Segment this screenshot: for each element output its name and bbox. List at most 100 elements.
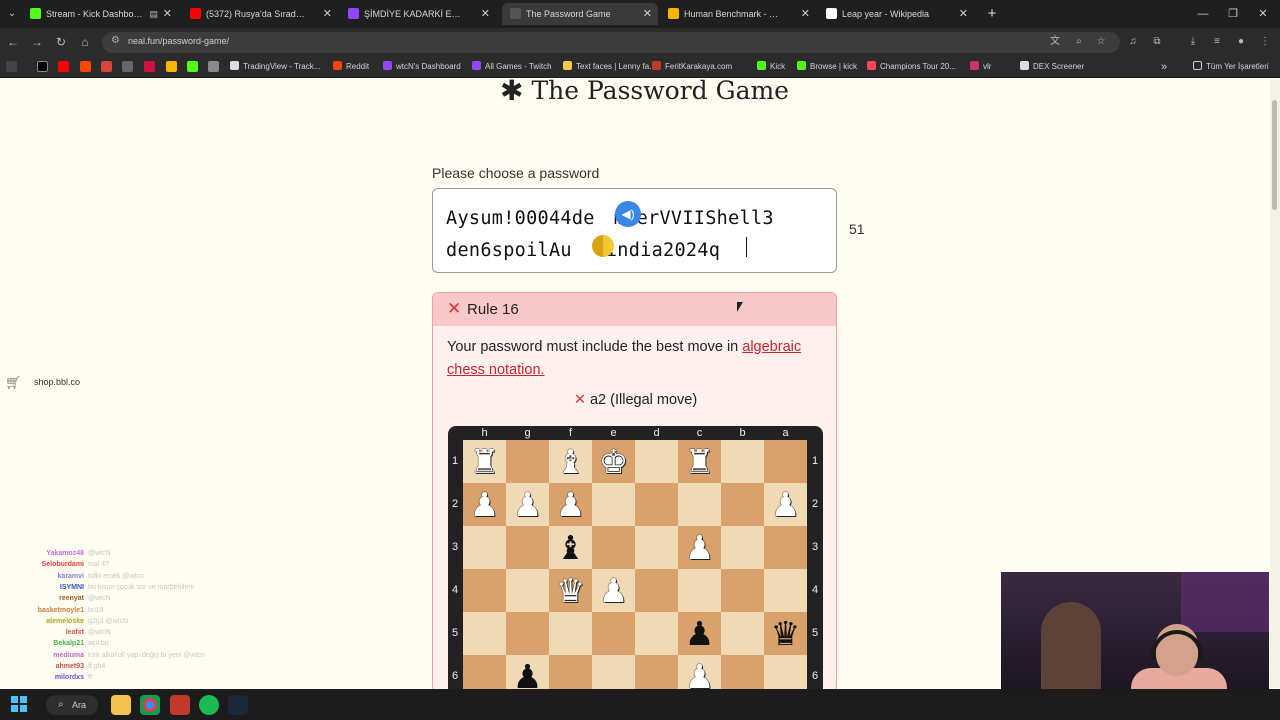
benchmark-bookmark-icon[interactable] xyxy=(166,61,177,72)
move-status-text: a2 (Illegal move) xyxy=(589,392,698,408)
board-square xyxy=(678,483,721,526)
home-icon[interactable]: ⌂ xyxy=(76,33,94,51)
settings-bookmark-icon[interactable] xyxy=(208,61,219,72)
white-queen-icon: ♛ xyxy=(555,571,586,610)
chat-text: ff xyxy=(88,674,92,682)
spotify-icon[interactable] xyxy=(199,695,219,715)
board-square xyxy=(635,655,678,691)
chat-message: mediuma türk alkol oll yapı değiş bı yeni… xyxy=(0,650,230,661)
tab-title: ŞİMDİYE KADARKİ EN İYİ OYUN xyxy=(364,9,464,19)
youtube-bookmark-icon[interactable] xyxy=(58,61,69,72)
board-square xyxy=(592,655,635,691)
download-icon[interactable]: ⤓ xyxy=(1186,35,1200,49)
shop-overlay: 🛒︎ shop.bbl.co xyxy=(0,372,105,394)
tab-close-icon[interactable]: ✕ xyxy=(323,3,332,25)
gmail-bookmark-icon[interactable] xyxy=(101,61,112,72)
kick-bookmark-icon[interactable] xyxy=(187,61,198,72)
windows-start-icon[interactable] xyxy=(11,696,27,712)
bookmark-label: Reddit xyxy=(346,62,370,71)
page-title-text: The Password Game xyxy=(531,76,789,105)
browser-tab[interactable]: Stream - Kick Dashboard ▤ ✕ xyxy=(22,3,178,25)
reddit-bookmark-icon[interactable] xyxy=(80,61,91,72)
y-bookmark-icon[interactable] xyxy=(144,61,155,72)
black-bishop-icon: ♝ xyxy=(555,528,586,567)
scroll-thumb[interactable] xyxy=(1272,100,1277,210)
chat-username: Seloburdami xyxy=(41,561,84,569)
bookmark-star-icon[interactable]: ☆ xyxy=(1094,35,1108,49)
close-window-icon[interactable]: ✕ xyxy=(1248,4,1278,24)
bookmark-label: Browse | kick xyxy=(810,62,857,71)
bookmark-item[interactable]: TradingView - Track... xyxy=(230,56,320,78)
tab-close-icon[interactable]: ✕ xyxy=(163,3,172,25)
tab-close-icon[interactable]: ✕ xyxy=(481,3,490,25)
browser-tab[interactable]: ŞİMDİYE KADARKİ EN İYİ OYUN ✕ xyxy=(340,3,496,25)
bookmarks-more-icon[interactable]: » xyxy=(1161,56,1167,78)
chat-text: açıl bu xyxy=(88,640,109,648)
address-url[interactable]: neal.fun/password-game/ xyxy=(128,36,229,46)
chrome-menu-icon[interactable]: ⋮ xyxy=(1258,35,1272,49)
extensions-icon[interactable]: ⧉ xyxy=(1150,35,1164,49)
bookmark-favicon-icon xyxy=(333,61,342,70)
file-explorer-icon[interactable] xyxy=(111,695,131,715)
chat-text: @wtcN xyxy=(88,550,111,557)
board-square xyxy=(764,440,807,483)
file-label: a xyxy=(782,427,789,439)
tab-close-icon[interactable]: ✕ xyxy=(959,3,968,25)
browser-tab[interactable]: Leap year - Wikipedia ✕ xyxy=(818,3,974,25)
bookmark-item[interactable]: Reddit xyxy=(333,56,369,78)
browser-tab[interactable]: The Password Game ✕ xyxy=(502,3,658,25)
taskbar-search[interactable]: ⌕ Ara xyxy=(46,695,98,715)
tab-favicon-icon xyxy=(30,8,41,19)
tab-close-icon[interactable]: ✕ xyxy=(643,3,652,25)
bookmark-item[interactable]: Champions Tour 20... xyxy=(867,56,956,78)
site-info-icon[interactable]: ⚙ xyxy=(111,35,120,46)
bookmark-label: Champions Tour 20... xyxy=(880,62,956,71)
new-tab-button[interactable]: + xyxy=(982,4,1002,24)
board-square xyxy=(549,612,592,655)
bookmark-favicon-icon xyxy=(757,61,766,70)
chat-username: leafxt xyxy=(65,629,84,637)
minimize-icon[interactable]: — xyxy=(1188,4,1218,24)
file-label: c xyxy=(696,427,703,439)
chat-message: Yakamoz48 @wtcN xyxy=(0,548,230,559)
tab-close-icon[interactable]: ✕ xyxy=(801,3,810,25)
bookmark-item[interactable]: Browse | kick xyxy=(797,56,857,78)
board-square xyxy=(635,526,678,569)
steam-icon[interactable] xyxy=(228,695,248,715)
bookmark-favicon-icon xyxy=(230,61,239,70)
translate-icon[interactable]: 文 xyxy=(1048,35,1062,49)
maximize-icon[interactable]: ❐ xyxy=(1218,4,1248,24)
bookmark-item[interactable]: vlr xyxy=(970,56,991,78)
stream-chat-overlay: Yakamoz48 @wtcN Seloburdami mal 4? karamvi tü… xyxy=(0,537,230,689)
chrome-taskbar-icon[interactable] xyxy=(140,695,160,715)
chat-message: ISYMNI bu kısım çocuk sor ve marbebileni xyxy=(0,582,230,593)
browser-tab[interactable]: Human Benchmark - Chimp Tes ✕ xyxy=(660,3,816,25)
rule-title: Rule 16 xyxy=(467,301,519,318)
bookmark-label: TradingView - Track... xyxy=(243,62,321,71)
search-icon: ⌕ xyxy=(58,699,64,710)
chat-username: Yakamoz48 xyxy=(46,550,84,557)
browser-tab[interactable]: (5372) Rusya'da Sıradan Bir Gü ✕ xyxy=(182,3,338,25)
zoom-icon[interactable]: ⌕ xyxy=(1072,35,1086,49)
back-icon[interactable]: ← xyxy=(4,33,22,51)
chess-board: h g f e d c b a 1 1 2 2 3 3 4 4 5 5 6 6 ♜ ♝ ♚ ♜ ♟ ♟ ♟ ♟ ♝ ♟ ♛ ♟ ♟ ♛ ♟ ♟ xyxy=(448,426,823,691)
reload-icon[interactable]: ↻ xyxy=(52,33,70,51)
tab-list-icon[interactable]: ≡ xyxy=(1210,35,1224,49)
apps-icon[interactable] xyxy=(6,61,17,72)
chat-message: ahmet93 ff gb4 xyxy=(0,661,230,672)
tab-search-icon[interactable]: ⌄ xyxy=(2,4,22,24)
all-bookmarks-button[interactable]: Tüm Yer İşaretleri xyxy=(1193,56,1269,78)
profile-avatar[interactable]: ● xyxy=(1234,35,1248,49)
password-input[interactable]: Aysum!00044de mberVVIIShell3 den6spoilAu i… xyxy=(432,188,837,273)
bookmark-item[interactable]: wtcN's Dashboard xyxy=(383,56,461,78)
forward-icon[interactable]: → xyxy=(28,33,46,51)
password-line1-start: Aysum!00044de xyxy=(446,208,595,229)
obs-taskbar-icon[interactable] xyxy=(170,695,190,715)
chat-message: reenyat @wtcN xyxy=(0,593,230,604)
globe-bookmark-icon[interactable] xyxy=(122,61,133,72)
address-bar[interactable]: ⚙ neal.fun/password-game/ 文 ⌕ ☆ xyxy=(102,32,1120,53)
page-scrollbar[interactable] xyxy=(1270,80,1280,688)
bookmark-item[interactable]: DEX Screener xyxy=(1020,56,1084,78)
x-bookmark-icon[interactable] xyxy=(37,61,48,72)
media-icon[interactable]: ♫ xyxy=(1126,35,1140,49)
